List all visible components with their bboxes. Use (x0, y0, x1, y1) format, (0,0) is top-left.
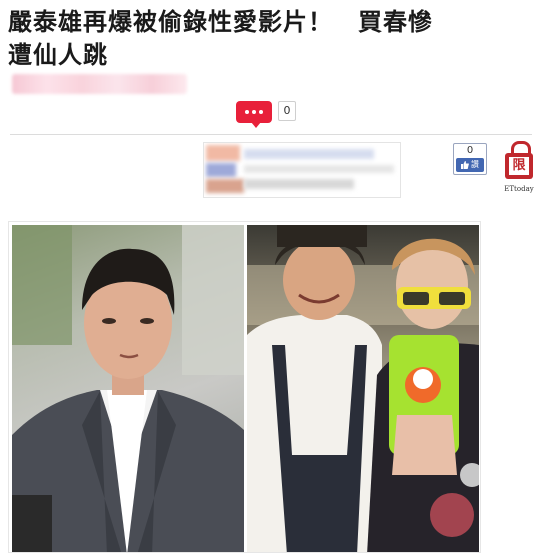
blurred-byline (12, 74, 187, 94)
lock-body: 限 (505, 153, 533, 179)
facebook-like-widget[interactable]: 0 讚 (453, 143, 487, 175)
comment-button[interactable] (236, 101, 272, 128)
selfie-illustration (247, 225, 479, 552)
restricted-caption: ETtoday (504, 185, 534, 193)
portrait-illustration (12, 225, 244, 552)
article-photo (8, 221, 481, 553)
article-title: 嚴泰雄再爆被偷錄性愛影片！ 買春慘 遭仙人跳 (8, 6, 533, 72)
dot (252, 110, 256, 114)
photo-left-portrait (12, 225, 244, 552)
restricted-label: 限 (509, 157, 529, 175)
divider (10, 134, 532, 135)
facebook-like-count: 0 (466, 145, 474, 156)
speech-bubble-icon (245, 110, 249, 114)
article-title-line-2: 遭仙人跳 (8, 41, 108, 69)
dot (259, 110, 263, 114)
photo-right-selfie (247, 225, 479, 552)
blurred-info-box (203, 142, 401, 198)
restricted-badge: 限 ETtoday (502, 141, 536, 199)
facebook-like-button[interactable]: 讚 (456, 158, 484, 172)
comment-count: 0 (278, 101, 296, 121)
article-title-line-1: 嚴泰雄再爆被偷錄性愛影片！ 買春慘 (8, 8, 433, 36)
facebook-like-label: 讚 (471, 160, 479, 169)
thumbs-up-icon (461, 161, 469, 169)
